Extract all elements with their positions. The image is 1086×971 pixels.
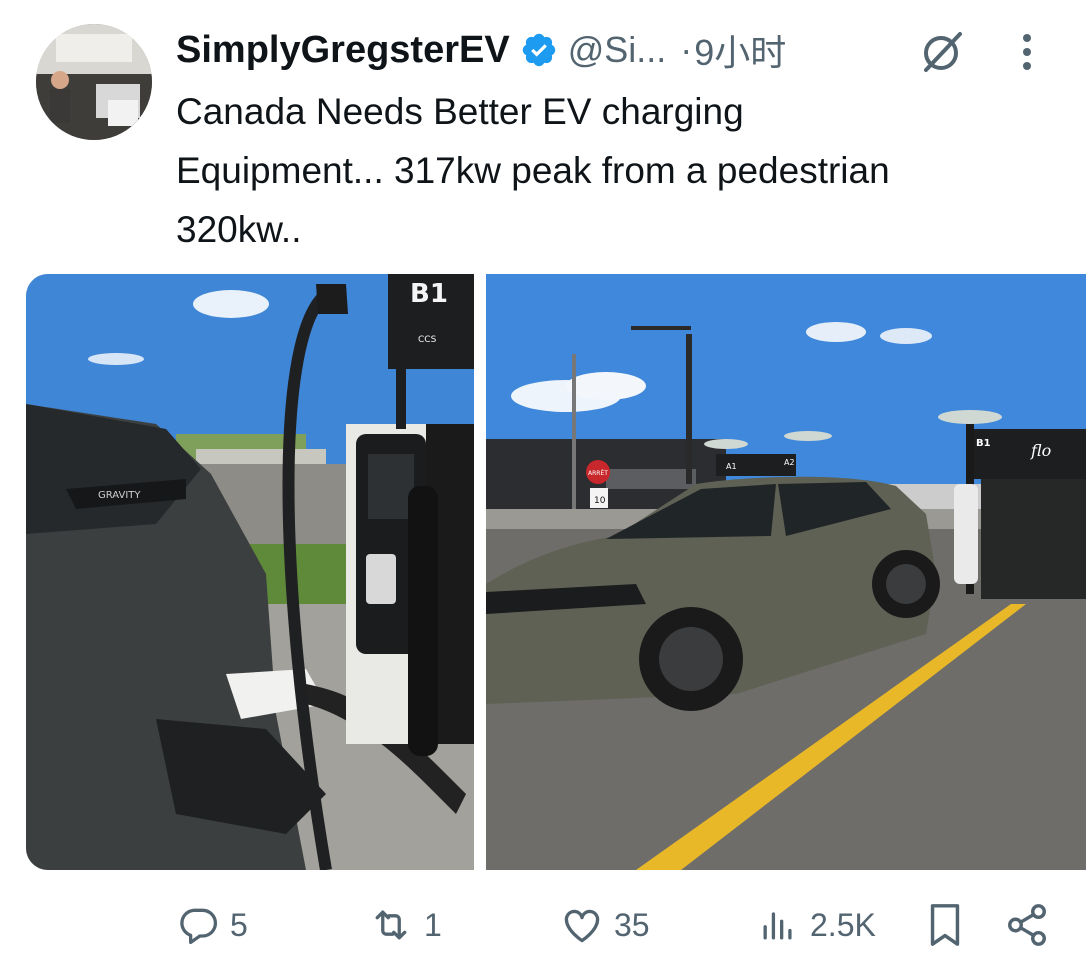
bookmark-icon	[922, 900, 968, 950]
header-separator: ·	[680, 29, 693, 70]
views-count: 2.5K	[810, 906, 876, 943]
retweet-button[interactable]: 1	[368, 890, 442, 960]
charger-connector-label: CCS	[418, 335, 437, 345]
like-button[interactable]: 35	[560, 890, 650, 960]
media-photo-car[interactable]: ARRÊT 10 B1 flo A1 A2	[486, 274, 1086, 870]
like-count: 35	[614, 906, 650, 943]
speed-sign-text: 10	[594, 496, 606, 506]
reply-icon	[176, 903, 220, 947]
grok-icon[interactable]	[918, 26, 968, 76]
heart-icon	[560, 903, 604, 947]
reply-button[interactable]: 5	[176, 890, 248, 960]
views-icon	[756, 903, 800, 947]
stop-sign-text: ARRÊT	[588, 469, 608, 477]
tweet-text: Canada Needs Better EV charging Equipmen…	[176, 91, 890, 250]
bookmark-button[interactable]	[922, 890, 968, 960]
retweet-icon	[368, 903, 414, 947]
stall-a2-label: A2	[784, 458, 795, 467]
charger-stall-label: B1	[410, 279, 448, 309]
tweet-timestamp[interactable]: 9小时	[694, 24, 786, 76]
media-photo-charger[interactable]: GRAVITY B1 CCS	[26, 274, 474, 870]
more-dots-icon[interactable]	[1010, 30, 1044, 74]
tweet-header: SimplyGregsterEV @Si... · 9小时	[176, 24, 1066, 76]
tweet-action-bar: 5 1 35 2.5K	[0, 890, 1086, 960]
views-button[interactable]: 2.5K	[756, 890, 876, 960]
share-button[interactable]	[1004, 890, 1050, 960]
car-badge-text: GRAVITY	[98, 490, 141, 501]
verified-badge-icon	[520, 31, 558, 69]
brand-label-right: flo	[1030, 441, 1051, 460]
author-display-name[interactable]: SimplyGregsterEV	[176, 29, 510, 72]
reply-count: 5	[230, 906, 248, 943]
share-icon	[1004, 902, 1050, 948]
retweet-count: 1	[424, 906, 442, 943]
author-handle[interactable]: @Si...	[568, 29, 667, 71]
stall-b1-label: B1	[976, 438, 991, 449]
stall-a1-label: A1	[726, 462, 737, 471]
author-avatar[interactable]	[36, 24, 152, 140]
